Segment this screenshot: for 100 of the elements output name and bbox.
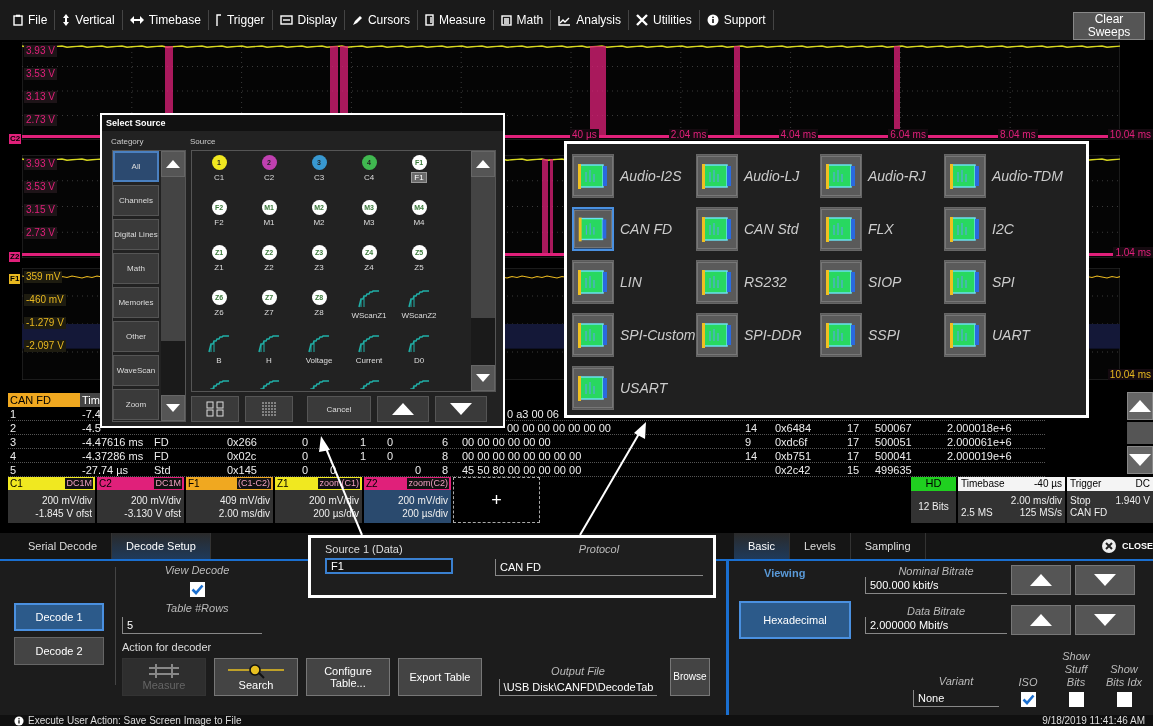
- source-option[interactable]: Z3: [312, 263, 326, 272]
- clear-sweeps-button[interactable]: Clear Sweeps: [1073, 12, 1145, 40]
- menu-item[interactable]: Cursors: [344, 10, 418, 30]
- action-button[interactable]: Configure Table...: [306, 658, 390, 696]
- bitrate-field[interactable]: 2.000000 Mbit/s: [865, 617, 1007, 634]
- trigger-body[interactable]: Stop 1.940 V CAN FD: [1067, 491, 1153, 523]
- menu-item[interactable]: Timebase: [122, 10, 209, 30]
- file-path-field[interactable]: \USB Disk\CANFD\DecodeTab: [498, 679, 658, 696]
- timebase-header[interactable]: Timebase -40 µs: [958, 477, 1065, 491]
- source-option[interactable]: D0: [411, 356, 427, 365]
- scrollbar-thumb[interactable]: [471, 177, 495, 318]
- source-option[interactable]: M3: [361, 218, 377, 227]
- menu-item[interactable]: File: [6, 10, 56, 30]
- checkbox[interactable]: [1020, 692, 1036, 707]
- protocol-option[interactable]: Audio-TDM: [944, 149, 1068, 202]
- action-button[interactable]: Search: [214, 658, 298, 696]
- add-trace-button[interactable]: +: [453, 477, 540, 523]
- source-option[interactable]: M1: [261, 218, 277, 227]
- protocol-option[interactable]: Audio-RJ: [820, 149, 944, 202]
- protocol-option[interactable]: Audio-LJ: [696, 149, 820, 202]
- menu-item[interactable]: Measure: [417, 10, 494, 30]
- format-button[interactable]: Hexadecimal: [739, 601, 851, 639]
- source-option[interactable]: F1: [412, 173, 426, 182]
- tab[interactable]: Sampling: [850, 533, 926, 559]
- scrollbar[interactable]: [471, 151, 495, 391]
- menu-item[interactable]: Analysis: [551, 10, 629, 30]
- source-option[interactable]: C2: [261, 173, 277, 182]
- browse-button[interactable]: Browse: [670, 658, 710, 696]
- menu-item[interactable]: Support: [699, 10, 774, 30]
- descriptor-header[interactable]: Z2 zoom(C2): [364, 477, 451, 490]
- source-option[interactable]: Z4: [362, 263, 376, 272]
- increase-button[interactable]: [1011, 605, 1071, 635]
- source-option[interactable]: F2: [212, 218, 226, 227]
- source-option[interactable]: Z1: [212, 263, 226, 272]
- scroll-down-button[interactable]: [161, 395, 185, 421]
- variant-field[interactable]: None: [913, 690, 999, 707]
- protocol-option[interactable]: FLX: [820, 202, 944, 255]
- source-option[interactable]: M4: [411, 218, 427, 227]
- source-option[interactable]: Z2: [262, 263, 276, 272]
- descriptor-body[interactable]: 200 mV/div 200 µs/div: [364, 490, 451, 523]
- category-button[interactable]: Digital Lines: [113, 219, 159, 250]
- scrollbar-thumb[interactable]: [161, 177, 185, 341]
- source-option[interactable]: Current: [353, 356, 385, 365]
- trigger-header[interactable]: Trigger DC: [1067, 477, 1153, 491]
- source-option[interactable]: M2: [311, 218, 327, 227]
- descriptor-header[interactable]: C1 DC1M: [8, 477, 95, 490]
- category-button[interactable]: Channels: [113, 185, 159, 216]
- source-option[interactable]: WScanZ1: [349, 311, 389, 320]
- menu-item[interactable]: Display: [272, 10, 345, 30]
- tab[interactable]: Decode Setup: [112, 533, 211, 559]
- protocol-option[interactable]: SPI-Custom: [572, 308, 696, 361]
- source-option[interactable]: Z8: [312, 308, 326, 317]
- descriptor-body[interactable]: 409 mV/div 2.00 ms/div: [186, 490, 273, 523]
- menu-item[interactable]: Vertical: [55, 10, 123, 30]
- protocol-option[interactable]: SSPI: [820, 308, 944, 361]
- page-down-button[interactable]: [435, 396, 487, 422]
- scroll-up-button[interactable]: [161, 151, 185, 177]
- protocol-option[interactable]: USART: [572, 361, 696, 414]
- descriptor-body[interactable]: 200 mV/div -3.130 V ofst: [97, 490, 184, 523]
- action-button[interactable]: Export Table: [398, 658, 482, 696]
- tab[interactable]: Levels: [789, 533, 851, 559]
- close-button[interactable]: CLOSE: [1102, 533, 1153, 559]
- protocol-option[interactable]: LIN: [572, 255, 696, 308]
- protocol-option[interactable]: SPI-DDR: [696, 308, 820, 361]
- source-option[interactable]: Z7: [262, 308, 276, 317]
- rows-field[interactable]: 5: [122, 617, 262, 634]
- cancel-button[interactable]: Cancel: [307, 396, 371, 422]
- checkbox[interactable]: [1116, 692, 1132, 707]
- protocol-option[interactable]: RS232: [696, 255, 820, 308]
- source-option[interactable]: WScanZ2: [399, 311, 439, 320]
- menu-item[interactable]: Utilities: [628, 10, 700, 30]
- source-option[interactable]: Z5: [412, 263, 426, 272]
- decoder-button[interactable]: Decode 2: [14, 637, 104, 665]
- source-option[interactable]: C1: [211, 173, 227, 182]
- decrease-button[interactable]: [1075, 565, 1135, 595]
- protocol-option[interactable]: I2C: [944, 202, 1068, 255]
- source-option[interactable]: Voltage: [303, 356, 335, 365]
- protocol-option[interactable]: SIOP: [820, 255, 944, 308]
- descriptor-body[interactable]: 200 mV/div -1.845 V ofst: [8, 490, 95, 523]
- scroll-up-button[interactable]: [471, 151, 495, 177]
- category-button[interactable]: WaveScan: [113, 355, 159, 386]
- source-option[interactable]: H: [264, 356, 274, 365]
- decrease-button[interactable]: [1075, 605, 1135, 635]
- source-option[interactable]: C3: [311, 173, 327, 182]
- checkbox[interactable]: [189, 581, 205, 597]
- grid-view-button[interactable]: [191, 396, 239, 422]
- bitrate-field[interactable]: 500.000 kbit/s: [865, 577, 1007, 594]
- list-view-button[interactable]: [245, 396, 293, 422]
- menu-item[interactable]: Math: [493, 10, 552, 30]
- scroll-down-button[interactable]: [1127, 446, 1153, 474]
- source-field[interactable]: F1: [325, 558, 453, 574]
- category-button[interactable]: All: [113, 151, 159, 182]
- scroll-down-button[interactable]: [471, 365, 495, 391]
- category-button[interactable]: Math: [113, 253, 159, 284]
- protocol-option[interactable]: UART: [944, 308, 1068, 361]
- menu-item[interactable]: Trigger: [208, 10, 273, 30]
- tab[interactable]: Basic: [734, 533, 790, 559]
- protocol-option[interactable]: SPI: [944, 255, 1068, 308]
- descriptor-header[interactable]: F1 (C1-C2): [186, 477, 273, 490]
- source-option[interactable]: C4: [361, 173, 377, 182]
